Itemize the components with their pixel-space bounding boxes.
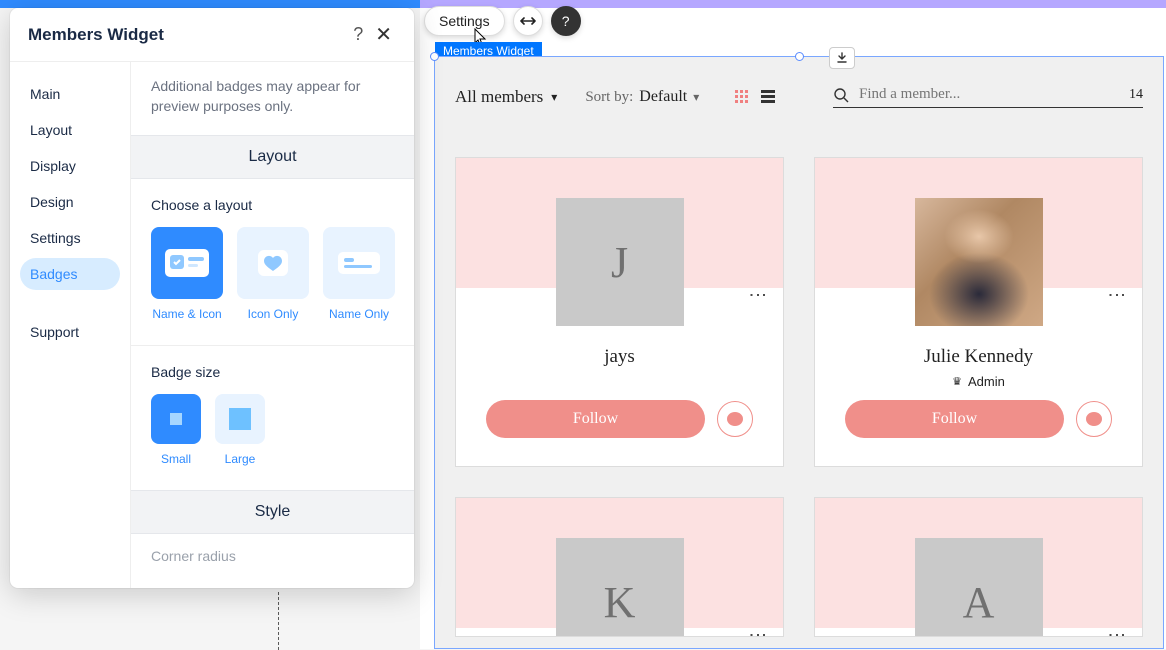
chat-button[interactable] <box>717 401 753 437</box>
chat-icon <box>727 412 743 426</box>
sort-label: Sort by: <box>585 89 633 106</box>
avatar <box>915 198 1043 326</box>
filter-dropdown[interactable]: All members ▾ <box>455 87 557 107</box>
follow-button[interactable]: Follow <box>486 400 705 438</box>
nav-item-settings[interactable]: Settings <box>20 222 120 254</box>
layout-header: Layout <box>131 135 414 179</box>
member-name: Julie Kennedy <box>815 346 1142 368</box>
settings-panel: Members Widget ? ✕ Main Layout Display Desi… <box>10 8 414 588</box>
resize-handle[interactable] <box>795 52 804 61</box>
card-menu-icon[interactable]: ⋮ <box>747 286 769 303</box>
layout-option[interactable]: Icon Only <box>237 227 309 321</box>
member-name: jays <box>456 346 783 368</box>
nav-item-layout[interactable]: Layout <box>20 114 120 146</box>
editor-frame: All members ▾ Sort by: Default ▾ 14 Jjay… <box>434 56 1164 649</box>
filter-label: All members <box>455 87 543 107</box>
avatar: A <box>915 538 1043 637</box>
size-option[interactable]: Large <box>215 394 265 466</box>
crown-icon: ♛ <box>952 375 962 388</box>
nav-item-display[interactable]: Display <box>20 150 120 182</box>
member-card: Jjays ⋮ Follow <box>455 157 784 467</box>
chat-icon <box>1086 412 1102 426</box>
grid-view-icon[interactable] <box>735 90 749 104</box>
badge-size-label: Badge size <box>151 364 394 380</box>
member-card: K⋮ <box>455 497 784 637</box>
settings-button[interactable]: Settings <box>424 6 505 36</box>
search-input[interactable] <box>859 86 1119 103</box>
card-menu-icon[interactable]: ⋮ <box>747 626 769 637</box>
panel-help-icon[interactable]: ? <box>345 24 371 45</box>
avatar: K <box>556 538 684 637</box>
chat-button[interactable] <box>1076 401 1112 437</box>
resize-handle[interactable] <box>430 52 439 61</box>
help-icon[interactable]: ? <box>551 6 581 36</box>
card-menu-icon[interactable]: ⋮ <box>1106 286 1128 303</box>
style-header: Style <box>131 490 414 534</box>
chevron-down-icon: ▾ <box>551 90 557 105</box>
corner-radius-label: Corner radius <box>131 534 414 578</box>
close-icon[interactable]: ✕ <box>371 22 396 47</box>
member-count: 14 <box>1129 87 1143 103</box>
avatar: J <box>556 198 684 326</box>
stretch-icon[interactable] <box>513 6 543 36</box>
badges-note: Additional badges may appear for preview… <box>131 62 414 135</box>
member-card: Julie Kennedy ♛Admin ⋮ Follow <box>814 157 1143 467</box>
download-icon[interactable] <box>829 47 855 69</box>
nav-item-badges[interactable]: Badges <box>20 258 120 290</box>
chevron-down-icon: ▾ <box>693 90 699 105</box>
sort-value[interactable]: Default <box>639 88 687 106</box>
size-option[interactable]: Small <box>151 394 201 466</box>
nav-item-design[interactable]: Design <box>20 186 120 218</box>
member-role: ♛Admin <box>815 374 1142 389</box>
layout-option[interactable]: Name Only <box>323 227 395 321</box>
panel-title: Members Widget <box>28 25 164 45</box>
nav-item-main[interactable]: Main <box>20 78 120 110</box>
member-card: A⋮ <box>814 497 1143 637</box>
card-menu-icon[interactable]: ⋮ <box>1106 626 1128 637</box>
choose-layout-label: Choose a layout <box>151 197 394 213</box>
nav-item-support[interactable]: Support <box>20 316 120 348</box>
guide-line <box>278 592 279 650</box>
list-view-icon[interactable] <box>761 90 775 104</box>
search-icon <box>833 87 849 103</box>
follow-button[interactable]: Follow <box>845 400 1064 438</box>
layout-option[interactable]: Name & Icon <box>151 227 223 321</box>
